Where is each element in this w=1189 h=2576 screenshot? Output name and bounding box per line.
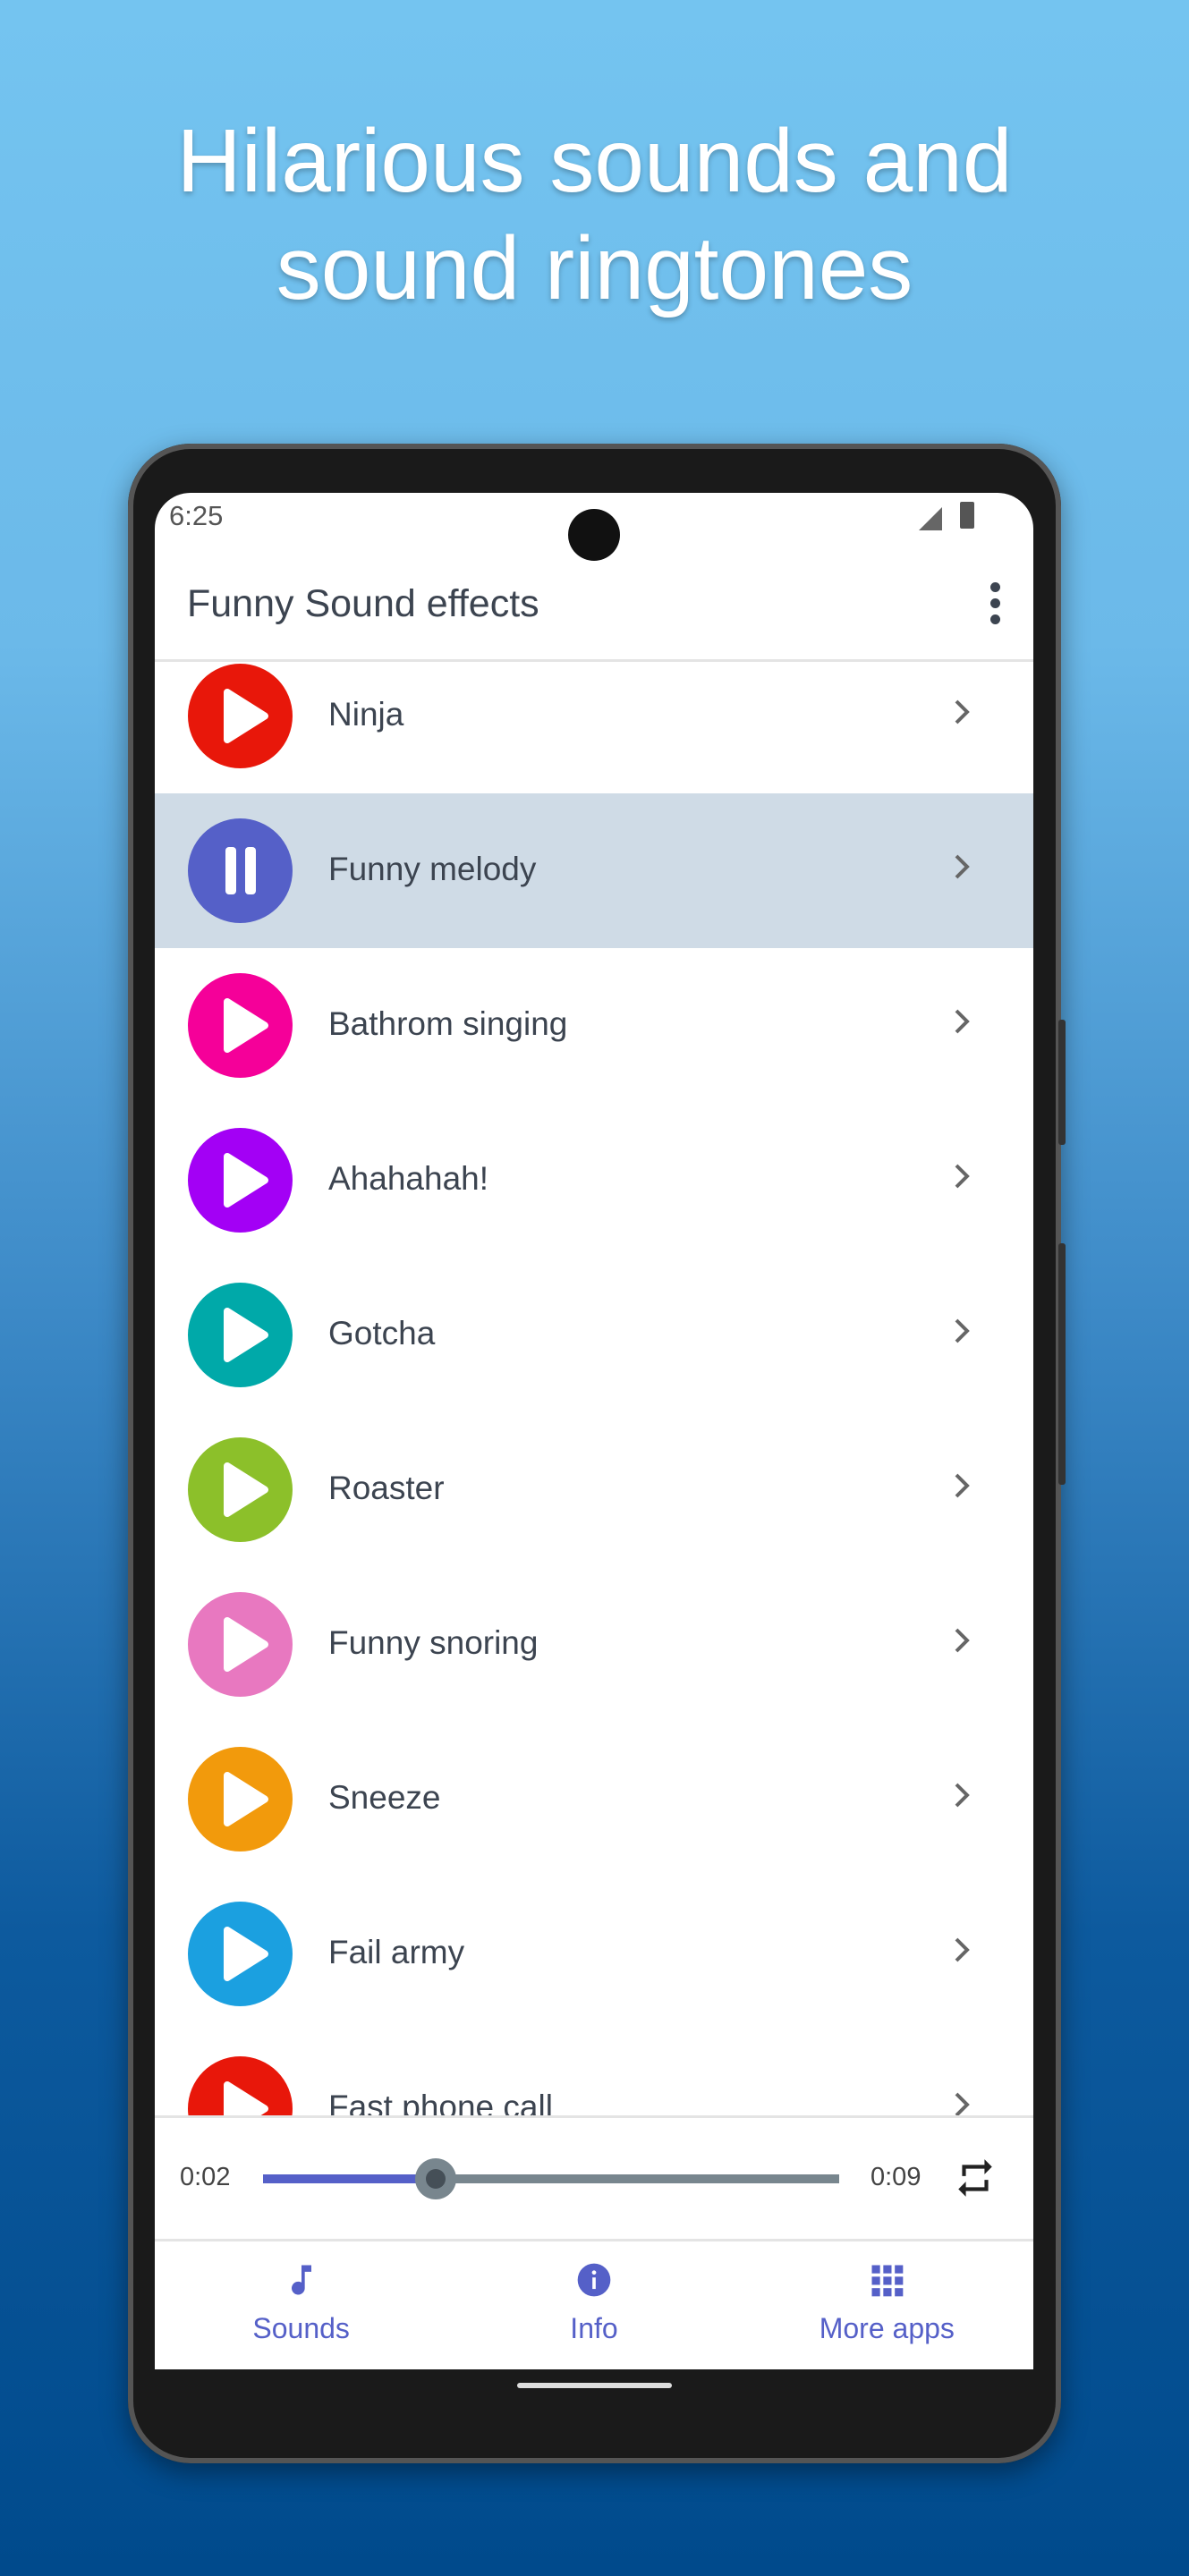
- promo-headline: Hilarious sounds and sound ringtones: [0, 107, 1189, 322]
- sound-row[interactable]: Funny melody: [155, 793, 1033, 948]
- play-button[interactable]: [188, 1747, 293, 1852]
- sound-row[interactable]: Ninja: [155, 662, 1033, 793]
- chevron-right-icon[interactable]: [951, 1468, 972, 1504]
- play-icon: [224, 1772, 268, 1826]
- play-button[interactable]: [188, 664, 293, 768]
- play-button[interactable]: [188, 1592, 293, 1697]
- play-icon: [224, 689, 268, 743]
- duration-time: 0:09: [871, 2163, 921, 2191]
- sound-label: Fail army: [328, 1934, 465, 1970]
- play-icon: [224, 998, 268, 1053]
- sound-label: Ninja: [328, 696, 404, 733]
- app-bar: Funny Sound effects: [155, 547, 1033, 662]
- sound-row[interactable]: Fast phone call: [155, 2031, 1033, 2115]
- elapsed-time: 0:02: [180, 2163, 231, 2191]
- audio-player: 0:02 0:09: [155, 2115, 1033, 2241]
- sound-label: Funny snoring: [328, 1624, 539, 1661]
- sound-row[interactable]: Ahahahah!: [155, 1103, 1033, 1258]
- pause-icon: [225, 847, 256, 894]
- tab-info-label: Info: [570, 2312, 618, 2344]
- apps-grid-icon: [871, 2265, 904, 2297]
- sound-row[interactable]: Gotcha: [155, 1258, 1033, 1412]
- power-button: [1058, 1243, 1066, 1485]
- sound-label: Bathrom singing: [328, 1005, 568, 1042]
- chevron-right-icon[interactable]: [951, 849, 972, 885]
- sound-row[interactable]: Funny snoring: [155, 1567, 1033, 1722]
- play-icon: [224, 2081, 268, 2115]
- seek-slider[interactable]: [263, 2158, 839, 2199]
- music-note-icon: [291, 2265, 311, 2295]
- repeat-icon[interactable]: [953, 2154, 998, 2202]
- chevron-right-icon[interactable]: [951, 1777, 972, 1813]
- volume-button: [1058, 1020, 1066, 1145]
- sound-label: Gotcha: [328, 1315, 436, 1352]
- headline-line-2: sound ringtones: [276, 218, 913, 318]
- info-icon: [577, 2263, 611, 2297]
- chevron-right-icon[interactable]: [951, 2087, 972, 2115]
- play-button[interactable]: [188, 1128, 293, 1233]
- chevron-right-icon[interactable]: [951, 1313, 972, 1349]
- sound-label: Fast phone call: [328, 2089, 553, 2115]
- status-time: 6:25: [169, 500, 224, 531]
- tab-more-apps[interactable]: More apps: [741, 2239, 1033, 2369]
- signal-icon: [919, 507, 942, 530]
- sound-label: Sneeze: [328, 1779, 441, 1816]
- home-indicator[interactable]: [517, 2383, 672, 2388]
- tab-more-apps-label: More apps: [819, 2312, 955, 2344]
- phone-screen: 6:25 Funny Sound effects Ninja Funny mel…: [155, 493, 1033, 2369]
- app-title: Funny Sound effects: [187, 582, 539, 625]
- battery-icon: [960, 502, 974, 529]
- sound-label: Ahahahah!: [328, 1160, 489, 1197]
- chevron-right-icon[interactable]: [951, 1158, 972, 1194]
- play-icon: [224, 1927, 268, 1981]
- play-button[interactable]: [188, 1437, 293, 1542]
- sound-row[interactable]: Roaster: [155, 1412, 1033, 1567]
- play-icon: [224, 1617, 268, 1672]
- seek-progress: [263, 2174, 437, 2183]
- chevron-right-icon[interactable]: [951, 694, 972, 730]
- chevron-right-icon[interactable]: [951, 1623, 972, 1658]
- sound-row[interactable]: Sneeze: [155, 1722, 1033, 1877]
- chevron-right-icon[interactable]: [951, 1932, 972, 1968]
- sound-label: Funny melody: [328, 851, 537, 887]
- play-button[interactable]: [188, 1283, 293, 1387]
- play-button[interactable]: [188, 2056, 293, 2115]
- tab-sounds[interactable]: Sounds: [155, 2239, 447, 2369]
- bottom-nav: Sounds Info More apps: [155, 2239, 1033, 2369]
- sound-label: Roaster: [328, 1470, 445, 1506]
- play-icon: [224, 1153, 268, 1208]
- pause-button[interactable]: [188, 818, 293, 923]
- play-icon: [224, 1462, 268, 1517]
- tab-sounds-label: Sounds: [252, 2312, 350, 2344]
- play-button[interactable]: [188, 1902, 293, 2006]
- sound-row[interactable]: Bathrom singing: [155, 948, 1033, 1103]
- tab-info[interactable]: Info: [447, 2239, 740, 2369]
- more-vert-icon[interactable]: [990, 582, 1001, 631]
- headline-line-1: Hilarious sounds and: [176, 111, 1013, 211]
- sound-row[interactable]: Fail army: [155, 1877, 1033, 2031]
- play-button[interactable]: [188, 973, 293, 1078]
- play-icon: [224, 1308, 268, 1362]
- seek-thumb[interactable]: [415, 2158, 457, 2199]
- chevron-right-icon[interactable]: [951, 1004, 972, 1039]
- status-bar: 6:25: [155, 493, 1033, 561]
- sound-list[interactable]: Ninja Funny melody Bathrom singing Ahaha…: [155, 662, 1033, 2115]
